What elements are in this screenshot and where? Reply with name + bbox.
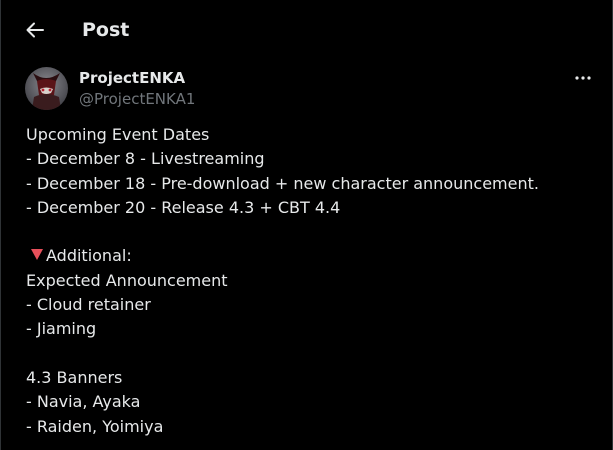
post-line: - Navia, Ayaka <box>26 392 141 412</box>
post-page: Post ProjectENKA @ProjectENKA1 Upcoming … <box>0 0 613 450</box>
more-horizontal-icon <box>575 76 591 80</box>
post-text: Upcoming Event Dates - December 8 - Live… <box>26 123 596 439</box>
author-display-name[interactable]: ProjectENKA <box>79 68 185 88</box>
page-title: Post <box>82 19 130 41</box>
post-line: 4.3 Banners <box>26 367 123 387</box>
post-line: Upcoming Event Dates <box>26 125 210 144</box>
avatar-image <box>25 67 68 110</box>
post-line: Expected Announcement <box>26 270 228 290</box>
more-options-button[interactable] <box>568 68 598 88</box>
post-line: - December 20 - Release 4.3 + CBT 4.4 <box>26 197 341 217</box>
author-handle[interactable]: @ProjectENKA1 <box>79 89 195 109</box>
post-line: - December 8 - Livestreaming <box>26 149 265 169</box>
header-bar: Post <box>1 0 612 58</box>
red-triangle-down-icon <box>31 249 43 261</box>
post-line-additional: Additional: <box>26 244 596 268</box>
post-line-text: Additional: <box>46 246 132 266</box>
post-line: - Jiaming <box>26 319 97 339</box>
post-line: - December 18 - Pre-download + new chara… <box>26 173 539 193</box>
arrow-left-icon <box>26 22 44 38</box>
post-line: - Raiden, Yoimiya <box>26 416 164 436</box>
avatar[interactable] <box>25 67 68 110</box>
back-button[interactable] <box>19 14 51 46</box>
post-line: - Cloud retainer <box>26 295 151 315</box>
